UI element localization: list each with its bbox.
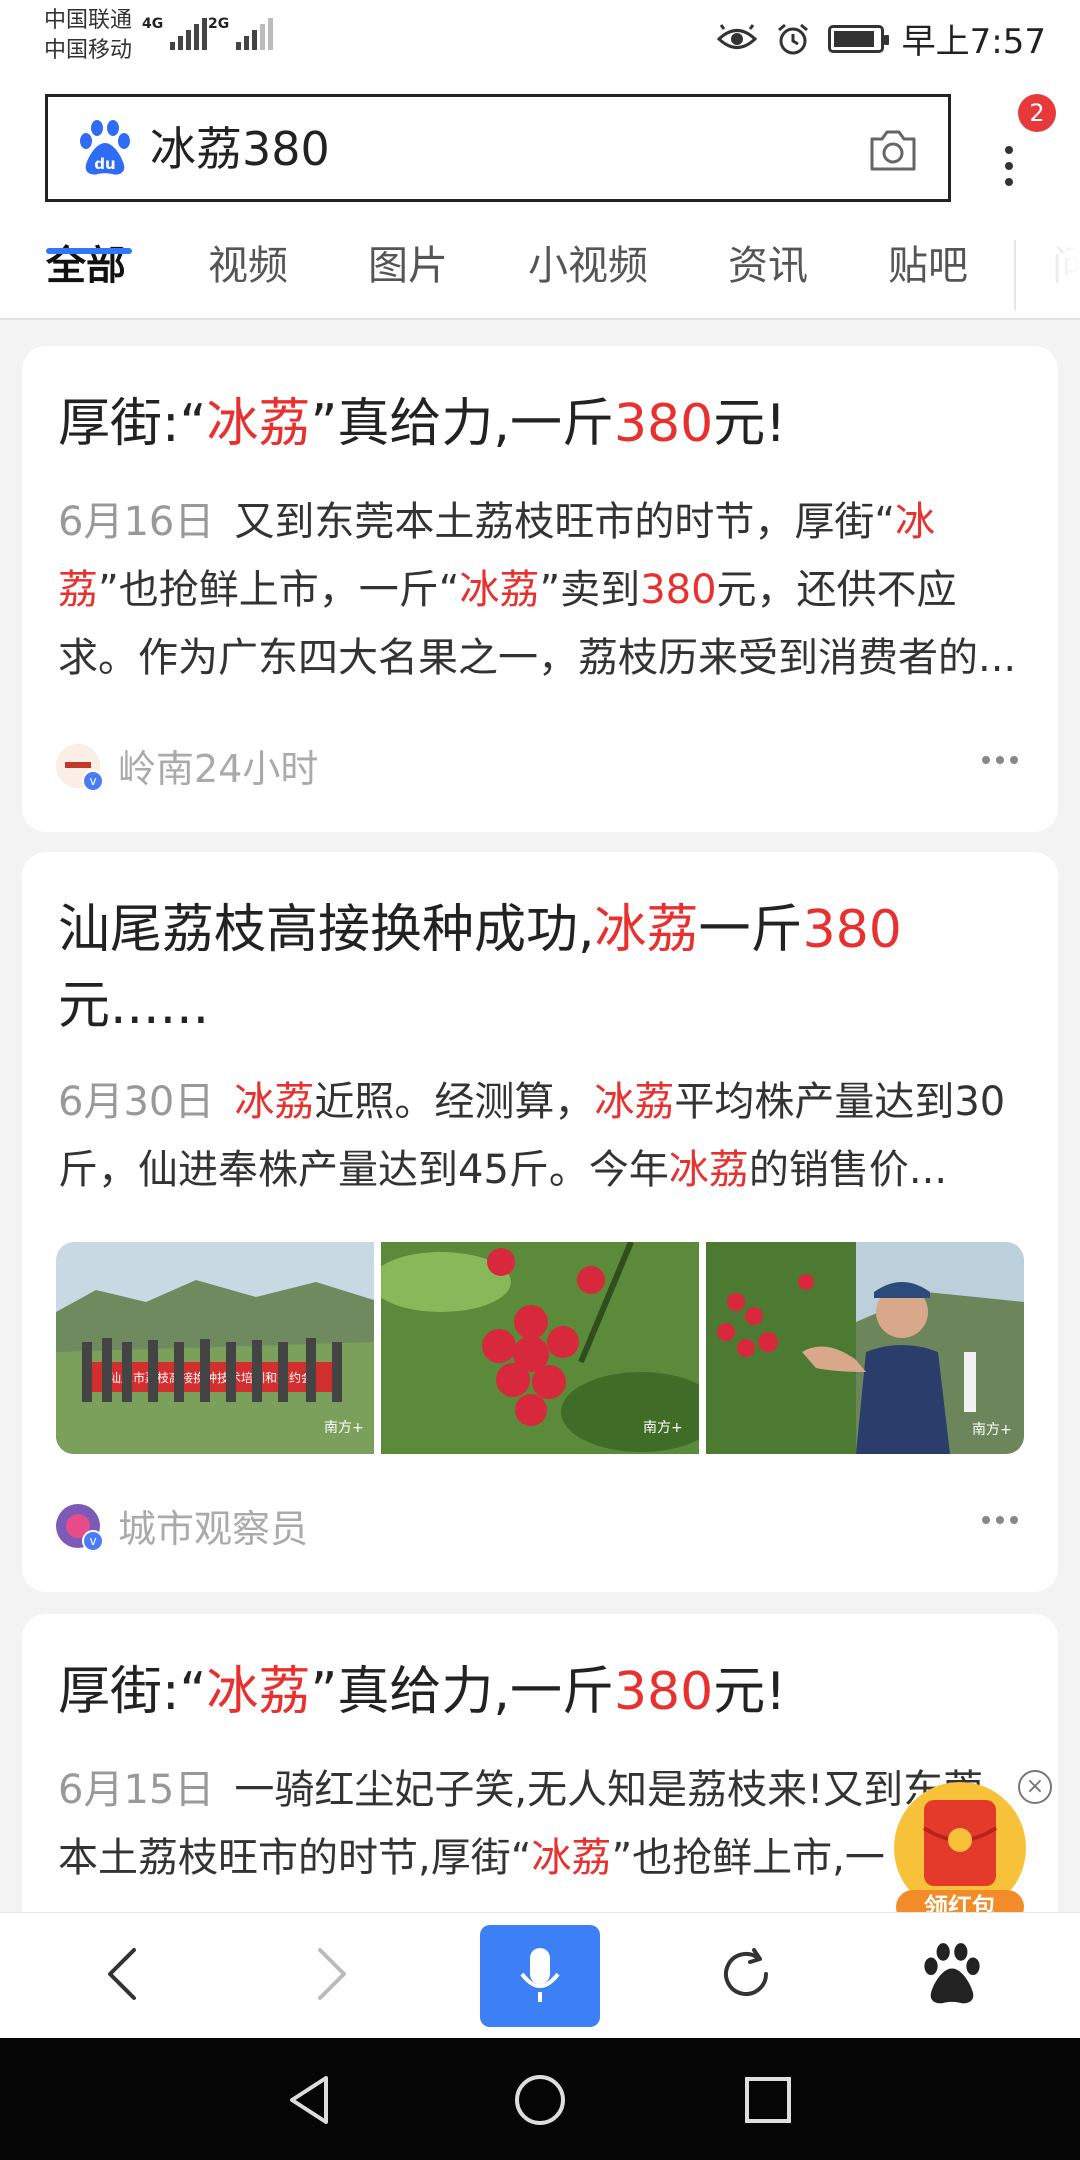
system-nav-bar xyxy=(0,2038,1080,2160)
active-tab-indicator xyxy=(46,248,132,254)
svg-text:du: du xyxy=(94,155,115,173)
svg-text:南方+: 南方+ xyxy=(972,1422,1012,1438)
svg-text:南方+: 南方+ xyxy=(643,1420,683,1436)
status-time: 早上7:57 xyxy=(901,22,1046,62)
notification-badge: 2 xyxy=(1018,94,1056,132)
result-snippet-3: 6月15日 一骑红尘妃子笑,无人知是荔枝来!又到东莞本土荔枝旺市的时节,厚街“冰荔… xyxy=(58,1767,984,1881)
result-image-2[interactable]: 南方+ xyxy=(381,1242,699,1454)
result-source-1[interactable]: v 岭南24小时 xyxy=(56,738,318,793)
header-divider xyxy=(0,318,1080,320)
result-card-1[interactable]: 厚街:“冰荔”真给力,一斤380元! 6月16日 又到东莞本土荔枝旺市的时节，厚街… xyxy=(22,346,1058,832)
microphone-icon xyxy=(520,1948,560,2002)
result-card-2[interactable]: 汕尾荔枝高接换种成功,冰荔一斤380元...... 6月30日 冰荔近照。经测算，… xyxy=(22,852,1058,1592)
eye-comfort-icon xyxy=(716,23,757,49)
result-date-2: 6月30日 xyxy=(58,1079,215,1125)
camera-icon[interactable] xyxy=(868,127,918,173)
result-source-2[interactable]: v 城市观察员 xyxy=(56,1498,308,1553)
tab-short-video[interactable]: 小视频 xyxy=(528,236,648,296)
result-image-1[interactable]: 汕尾市荔枝高接换种技术培训和签约会 南方+ xyxy=(56,1242,374,1454)
result-title-2[interactable]: 汕尾荔枝高接换种成功,冰荔一斤380元...... xyxy=(58,892,1018,1044)
tab-all[interactable]: 全部 xyxy=(46,236,126,296)
category-tabs: 全部 视频 图片 小视频 资讯 贴吧 问 xyxy=(0,230,1080,320)
baidu-paw-icon[interactable]: du xyxy=(78,119,132,177)
source-avatar-icon: v xyxy=(56,1503,104,1552)
result-image-strip: 汕尾市荔枝高接换种技术培训和签约会 南方+ 南方+ 南方+ xyxy=(56,1242,1024,1454)
search-header: du 冰荔380 2 全部 视频 图片 小视频 资讯 贴吧 问 xyxy=(0,80,1080,320)
carrier-2-label: 中国移动 xyxy=(44,38,133,63)
result-snippet-2: 6月30日 冰荔近照。经测算，冰荔平均株产量达到30斤，仙进奉株产量达到45斤。今… xyxy=(58,1079,1006,1193)
result-title-3[interactable]: 厚街:“冰荔”真给力,一斤380元! xyxy=(58,1654,1018,1730)
search-input[interactable]: du 冰荔380 xyxy=(45,94,951,202)
result-date-1: 6月16日 xyxy=(58,499,215,545)
source-name-2[interactable]: 城市观察员 xyxy=(118,1498,308,1553)
source-avatar-icon: v xyxy=(56,743,104,792)
baidu-search-results-page: 中国联通 中国移动 4G 2G 早上7:57 du 冰荔380 2 全部 视频 … xyxy=(0,0,1080,2160)
voice-search-button[interactable] xyxy=(480,1925,600,2027)
status-bar: 中国联通 中国移动 4G 2G 早上7:57 xyxy=(0,0,1080,80)
tab-video[interactable]: 视频 xyxy=(208,236,288,296)
baidu-home-icon[interactable] xyxy=(892,1923,1012,2025)
browser-toolbar xyxy=(0,1912,1080,2038)
tabs-fade xyxy=(1020,230,1080,320)
signal-2-icon: 2G xyxy=(208,16,274,50)
network-type-1: 4G xyxy=(142,16,164,32)
verified-icon: v xyxy=(82,769,104,792)
verified-icon: v xyxy=(82,1529,104,1552)
close-icon[interactable]: × xyxy=(1018,1770,1052,1804)
tab-tieba[interactable]: 贴吧 xyxy=(888,236,968,296)
tab-images[interactable]: 图片 xyxy=(368,236,448,296)
result-date-3: 6月15日 xyxy=(58,1767,215,1813)
status-right-group: 早上7:57 xyxy=(716,14,1046,63)
svg-text:南方+: 南方+ xyxy=(324,1420,364,1436)
source-name-1[interactable]: 岭南24小时 xyxy=(118,738,318,793)
nav-home-icon[interactable] xyxy=(500,2060,580,2140)
nav-recents-icon[interactable] xyxy=(728,2060,808,2140)
network-type-2: 2G xyxy=(208,16,230,32)
alarm-icon xyxy=(777,23,808,54)
card-more-icon[interactable] xyxy=(982,756,1018,764)
back-icon[interactable] xyxy=(62,1923,182,2025)
tab-news[interactable]: 资讯 xyxy=(728,236,808,296)
carrier-1-label: 中国联通 xyxy=(44,8,133,33)
forward-icon[interactable] xyxy=(272,1923,392,2025)
tabs-separator xyxy=(1014,240,1016,310)
nav-back-icon[interactable] xyxy=(270,2060,350,2140)
result-title-1[interactable]: 厚街:“冰荔”真给力,一斤380元! xyxy=(58,386,1018,462)
carrier-labels: 中国联通 中国移动 xyxy=(44,6,132,66)
battery-icon xyxy=(827,24,889,53)
red-envelope-button[interactable]: 领红包 xyxy=(890,1778,1030,1928)
card-more-icon[interactable] xyxy=(982,1516,1018,1524)
refresh-icon[interactable] xyxy=(686,1923,806,2025)
result-snippet-1: 6月16日 又到东莞本土荔枝旺市的时节，厚街“冰荔”也抢鲜上市，一斤“冰荔”卖到3… xyxy=(58,499,1017,681)
signal-1-icon: 4G xyxy=(142,16,208,50)
search-query-text[interactable]: 冰荔380 xyxy=(150,119,330,179)
result-image-3[interactable]: 南方+ xyxy=(706,1242,1024,1454)
